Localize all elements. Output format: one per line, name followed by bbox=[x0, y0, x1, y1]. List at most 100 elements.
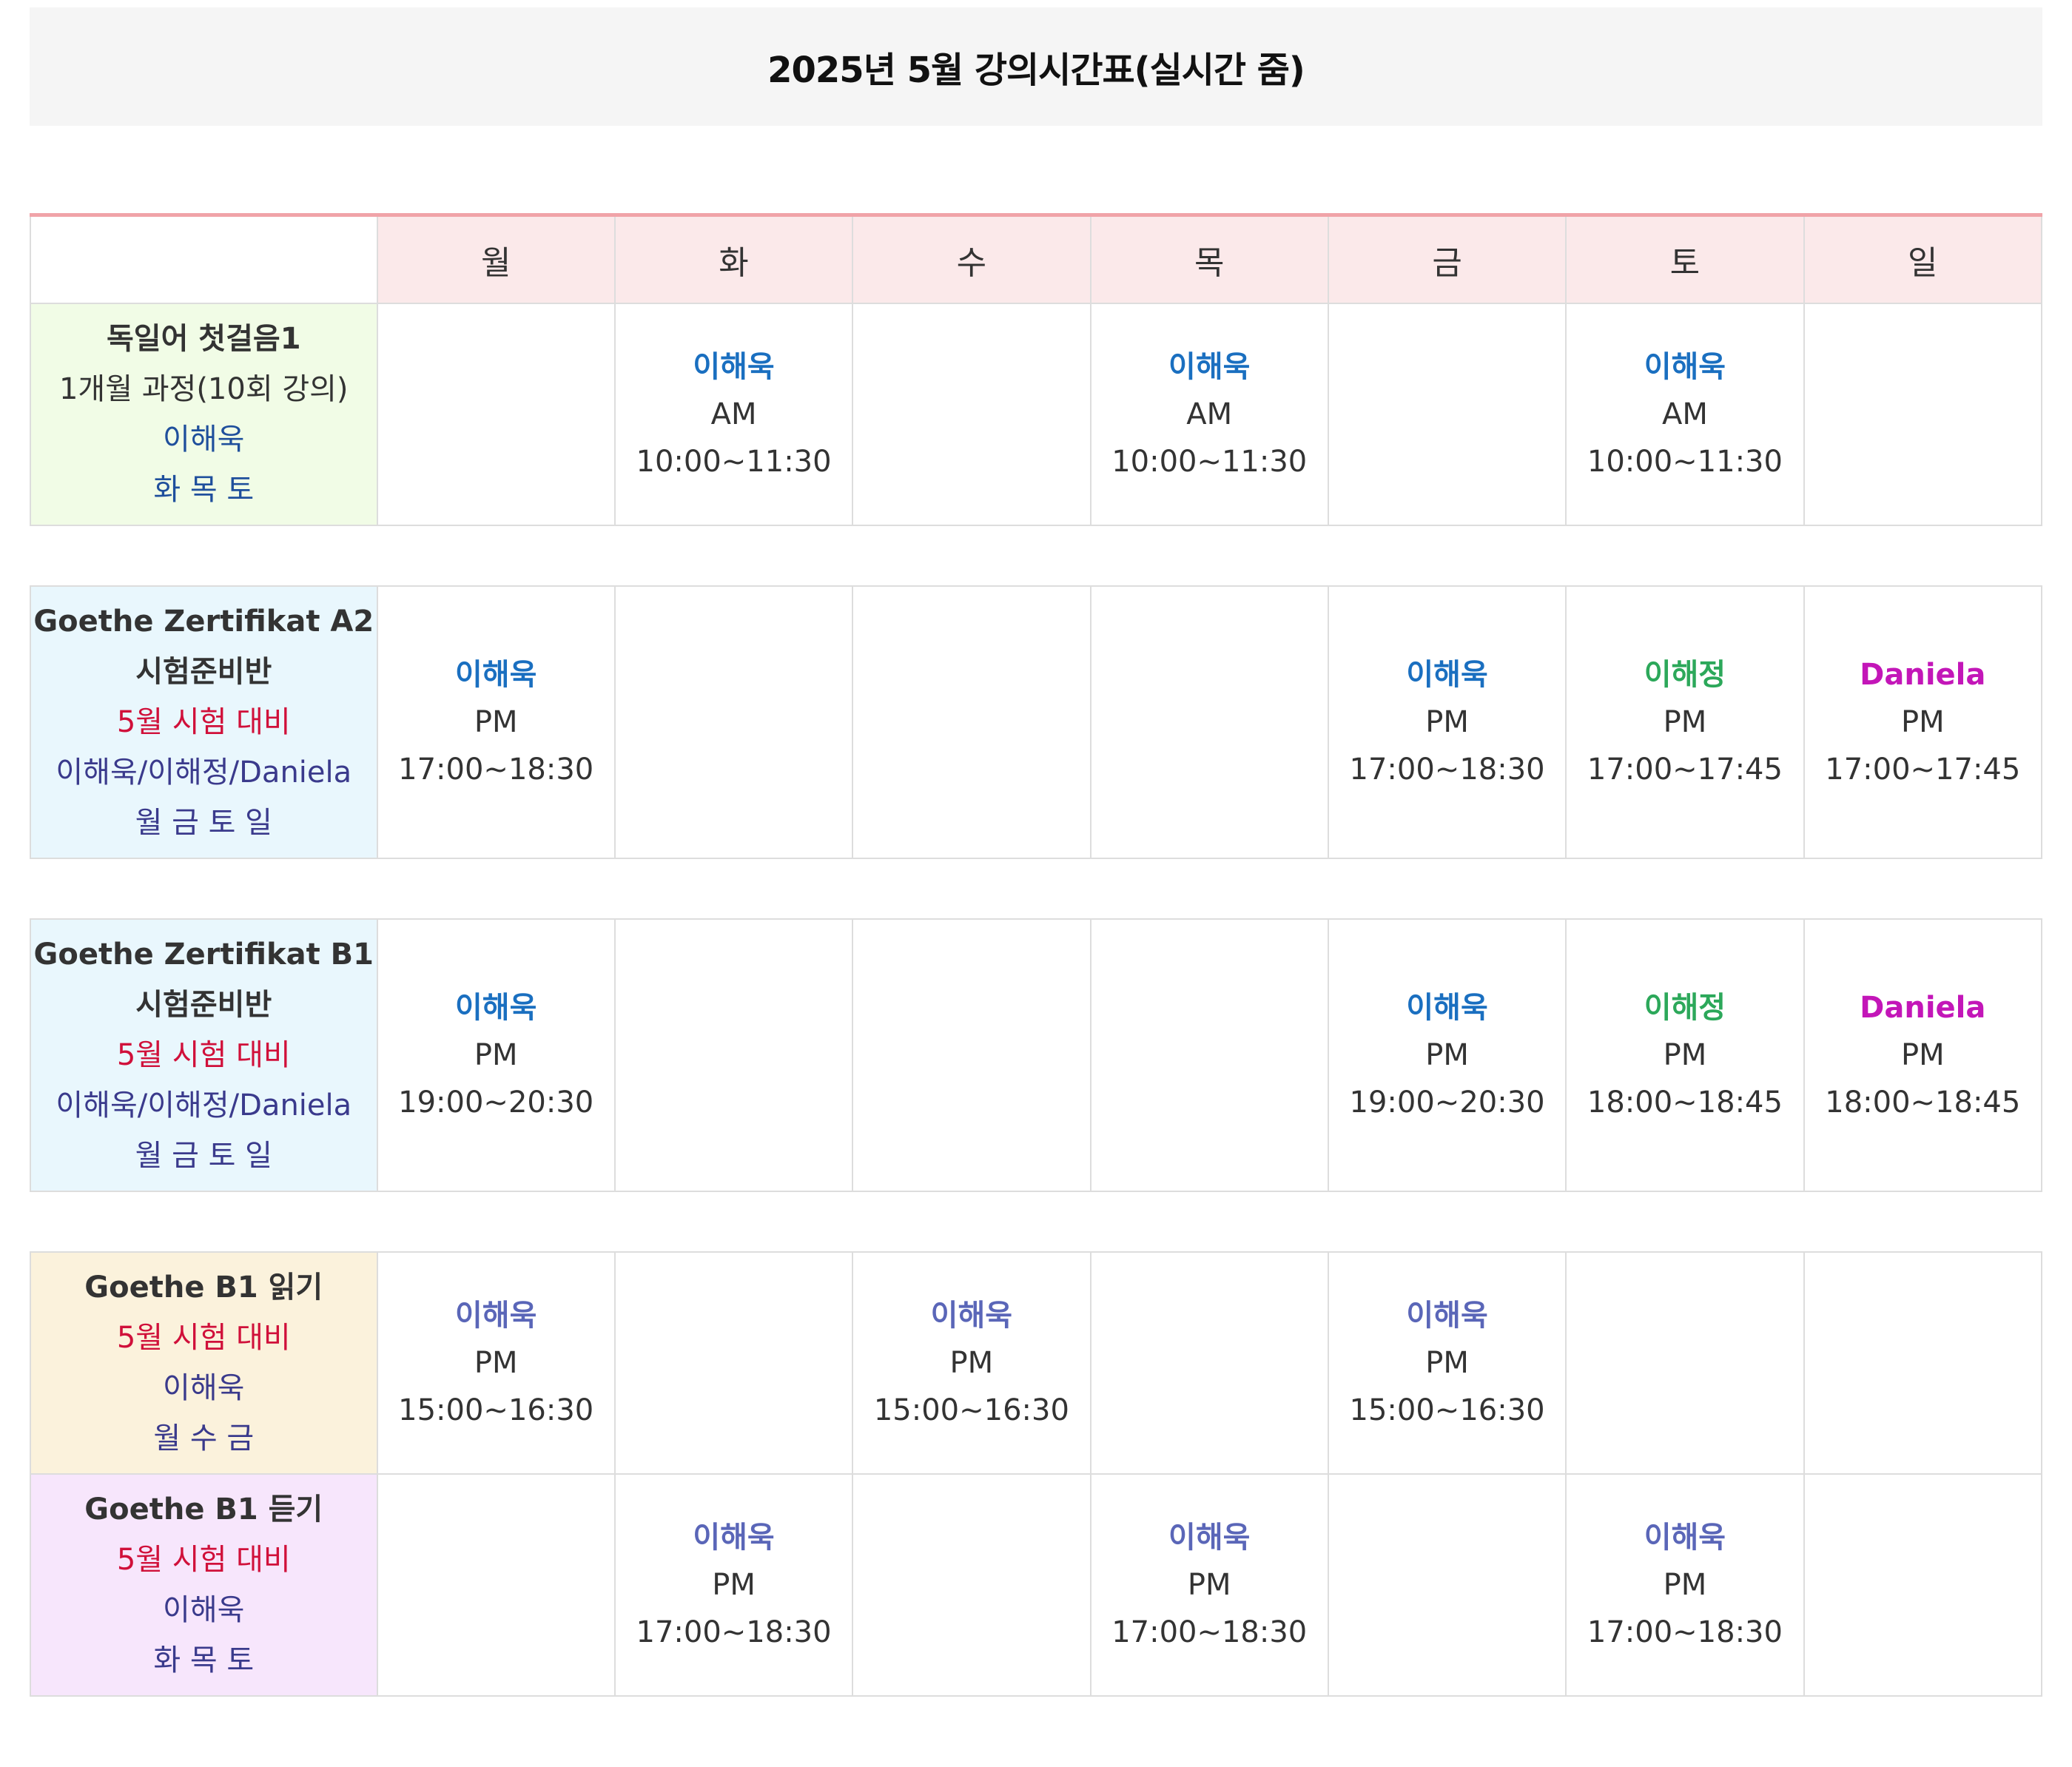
day-header-fri: 금 bbox=[1327, 214, 1567, 304]
slot-time: AM 10:00~11:30 bbox=[1587, 397, 1783, 479]
slot-reading-sun bbox=[1803, 1251, 2043, 1475]
slot-teacher: 이해욱 bbox=[1644, 1521, 1726, 1555]
slot-a2-sat: 이해정 PM 17:00~17:45 bbox=[1565, 585, 1805, 859]
slot-beginner-fri bbox=[1327, 303, 1567, 526]
slot-listening-wed bbox=[852, 1473, 1092, 1697]
slot-teacher: 이해욱 bbox=[693, 350, 775, 384]
course-teachers: 이해욱/이해정/Daniela bbox=[56, 755, 352, 790]
slot-teacher: 이해정 bbox=[1644, 991, 1726, 1025]
slot-teacher: 이해욱 bbox=[454, 658, 537, 692]
slot-teacher: 이해정 bbox=[1644, 658, 1726, 692]
course-row-b1-listening: Goethe B1 듣기 5월 시험 대비 이해욱 화 목 토 이해욱 PM 1… bbox=[30, 1473, 2043, 1697]
slot-listening-thu: 이해욱 PM 17:00~18:30 bbox=[1089, 1473, 1329, 1697]
slot-time: PM 17:00~18:30 bbox=[1587, 1568, 1783, 1649]
day-header-sun: 일 bbox=[1803, 214, 2043, 304]
course-row-a2: Goethe Zertifikat A2 시험준비반 5월 시험 대비 이해욱/… bbox=[30, 585, 2043, 859]
slot-teacher: 이해욱 bbox=[1406, 1299, 1488, 1333]
course-label-a2: Goethe Zertifikat A2 시험준비반 5월 시험 대비 이해욱/… bbox=[30, 585, 378, 859]
slot-teacher: 이해욱 bbox=[1644, 350, 1726, 384]
slot-teacher: Daniela bbox=[1860, 658, 1986, 692]
slot-teacher: 이해욱 bbox=[1168, 1521, 1251, 1555]
day-header-row: 월 화 수 목 금 토 일 bbox=[30, 214, 2043, 304]
course-exam: 5월 시험 대비 bbox=[116, 705, 291, 739]
title-bar: 2025년 5월 강의시간표(실시간 줌) bbox=[30, 7, 2042, 126]
slot-time: AM 10:00~11:30 bbox=[1111, 397, 1308, 479]
course-exam: 5월 시험 대비 bbox=[116, 1543, 291, 1577]
slot-teacher: 이해욱 bbox=[1406, 991, 1488, 1025]
course-days: 화 목 토 bbox=[153, 473, 255, 507]
course-name: Goethe B1 듣기 bbox=[84, 1492, 323, 1527]
slot-teacher: 이해욱 bbox=[930, 1299, 1013, 1333]
slot-b1-wed bbox=[852, 918, 1092, 1192]
slot-a2-tue bbox=[613, 585, 854, 859]
slot-time: PM 15:00~16:30 bbox=[873, 1346, 1069, 1427]
course-label-b1-reading: Goethe B1 읽기 5월 시험 대비 이해욱 월 수 금 bbox=[30, 1251, 378, 1475]
course-subtitle: 시험준비반 bbox=[135, 988, 272, 1022]
schedule: 월 화 수 목 금 토 일 독일어 첫걸음1 1개월 과정(10회 강의) 이해… bbox=[30, 213, 2043, 1697]
schedule-table-4: Goethe B1 읽기 5월 시험 대비 이해욱 월 수 금 이해욱 PM 1… bbox=[30, 1251, 2043, 1697]
slot-b1-fri: 이해욱 PM 19:00~20:30 bbox=[1327, 918, 1567, 1192]
course-days: 화 목 토 bbox=[153, 1643, 255, 1677]
slot-reading-tue bbox=[613, 1251, 854, 1475]
course-detail: 1개월 과정(10회 강의) bbox=[58, 372, 349, 406]
slot-time: PM 19:00~20:30 bbox=[398, 1038, 594, 1120]
slot-teacher: 이해욱 bbox=[1406, 658, 1488, 692]
course-label-b1-listening: Goethe B1 듣기 5월 시험 대비 이해욱 화 목 토 bbox=[30, 1473, 378, 1697]
slot-teacher: 이해욱 bbox=[454, 991, 537, 1025]
schedule-table-2: Goethe Zertifikat A2 시험준비반 5월 시험 대비 이해욱/… bbox=[30, 585, 2043, 859]
slot-b1-mon: 이해욱 PM 19:00~20:30 bbox=[376, 918, 616, 1192]
slot-listening-sat: 이해욱 PM 17:00~18:30 bbox=[1565, 1473, 1805, 1697]
slot-teacher: 이해욱 bbox=[454, 1299, 537, 1333]
slot-time: PM 15:00~16:30 bbox=[398, 1346, 594, 1427]
course-label-b1: Goethe Zertifikat B1 시험준비반 5월 시험 대비 이해욱/… bbox=[30, 918, 378, 1192]
course-teachers: 이해욱 bbox=[163, 1371, 245, 1405]
slot-reading-mon: 이해욱 PM 15:00~16:30 bbox=[376, 1251, 616, 1475]
slot-listening-tue: 이해욱 PM 17:00~18:30 bbox=[613, 1473, 854, 1697]
course-exam: 5월 시험 대비 bbox=[116, 1321, 291, 1355]
slot-b1-thu bbox=[1089, 918, 1329, 1192]
slot-a2-thu bbox=[1089, 585, 1329, 859]
slot-reading-thu bbox=[1089, 1251, 1329, 1475]
day-header-thu: 목 bbox=[1089, 214, 1329, 304]
page: 2025년 5월 강의시간표(실시간 줌) 월 화 수 목 금 토 일 독일어 … bbox=[30, 7, 2043, 1697]
slot-time: PM 17:00~18:30 bbox=[636, 1568, 832, 1649]
slot-teacher: Daniela bbox=[1860, 991, 1986, 1025]
slot-b1-sun: Daniela PM 18:00~18:45 bbox=[1803, 918, 2043, 1192]
slot-beginner-mon bbox=[376, 303, 616, 526]
slot-listening-mon bbox=[376, 1473, 616, 1697]
slot-beginner-sun bbox=[1803, 303, 2043, 526]
course-days: 월 금 토 일 bbox=[135, 806, 272, 840]
slot-reading-fri: 이해욱 PM 15:00~16:30 bbox=[1327, 1251, 1567, 1475]
slot-time: PM 19:00~20:30 bbox=[1349, 1038, 1545, 1120]
schedule-table-3: Goethe Zertifikat B1 시험준비반 5월 시험 대비 이해욱/… bbox=[30, 918, 2043, 1192]
schedule-table-1: 월 화 수 목 금 토 일 독일어 첫걸음1 1개월 과정(10회 강의) 이해… bbox=[30, 213, 2043, 526]
course-label-beginner: 독일어 첫걸음1 1개월 과정(10회 강의) 이해욱 화 목 토 bbox=[30, 303, 378, 526]
slot-b1-tue bbox=[613, 918, 854, 1192]
course-days: 월 금 토 일 bbox=[135, 1139, 272, 1173]
slot-a2-sun: Daniela PM 17:00~17:45 bbox=[1803, 585, 2043, 859]
slot-beginner-sat: 이해욱 AM 10:00~11:30 bbox=[1565, 303, 1805, 526]
course-name: Goethe Zertifikat A2 bbox=[33, 605, 374, 639]
course-row-beginner: 독일어 첫걸음1 1개월 과정(10회 강의) 이해욱 화 목 토 이해욱 AM… bbox=[30, 303, 2043, 526]
slot-time: PM 18:00~18:45 bbox=[1825, 1038, 2021, 1120]
slot-b1-sat: 이해정 PM 18:00~18:45 bbox=[1565, 918, 1805, 1192]
course-teachers: 이해욱 bbox=[163, 423, 245, 457]
slot-reading-sat bbox=[1565, 1251, 1805, 1475]
slot-time: PM 17:00~17:45 bbox=[1587, 705, 1783, 787]
course-row-b1-reading: Goethe B1 읽기 5월 시험 대비 이해욱 월 수 금 이해욱 PM 1… bbox=[30, 1251, 2043, 1475]
slot-listening-sun bbox=[1803, 1473, 2043, 1697]
course-teachers: 이해욱 bbox=[163, 1593, 245, 1627]
slot-time: PM 18:00~18:45 bbox=[1587, 1038, 1783, 1120]
header-corner bbox=[30, 214, 378, 304]
course-row-b1: Goethe Zertifikat B1 시험준비반 5월 시험 대비 이해욱/… bbox=[30, 918, 2043, 1192]
course-name: Goethe B1 읽기 bbox=[84, 1270, 323, 1305]
slot-time: AM 10:00~11:30 bbox=[636, 397, 832, 479]
slot-time: PM 15:00~16:30 bbox=[1349, 1346, 1545, 1427]
slot-time: PM 17:00~18:30 bbox=[1111, 1568, 1308, 1649]
slot-time: PM 17:00~18:30 bbox=[398, 705, 594, 787]
course-exam: 5월 시험 대비 bbox=[116, 1038, 291, 1072]
slot-teacher: 이해욱 bbox=[693, 1521, 775, 1555]
slot-a2-mon: 이해욱 PM 17:00~18:30 bbox=[376, 585, 616, 859]
course-days: 월 수 금 bbox=[153, 1421, 255, 1455]
day-header-tue: 화 bbox=[613, 214, 854, 304]
